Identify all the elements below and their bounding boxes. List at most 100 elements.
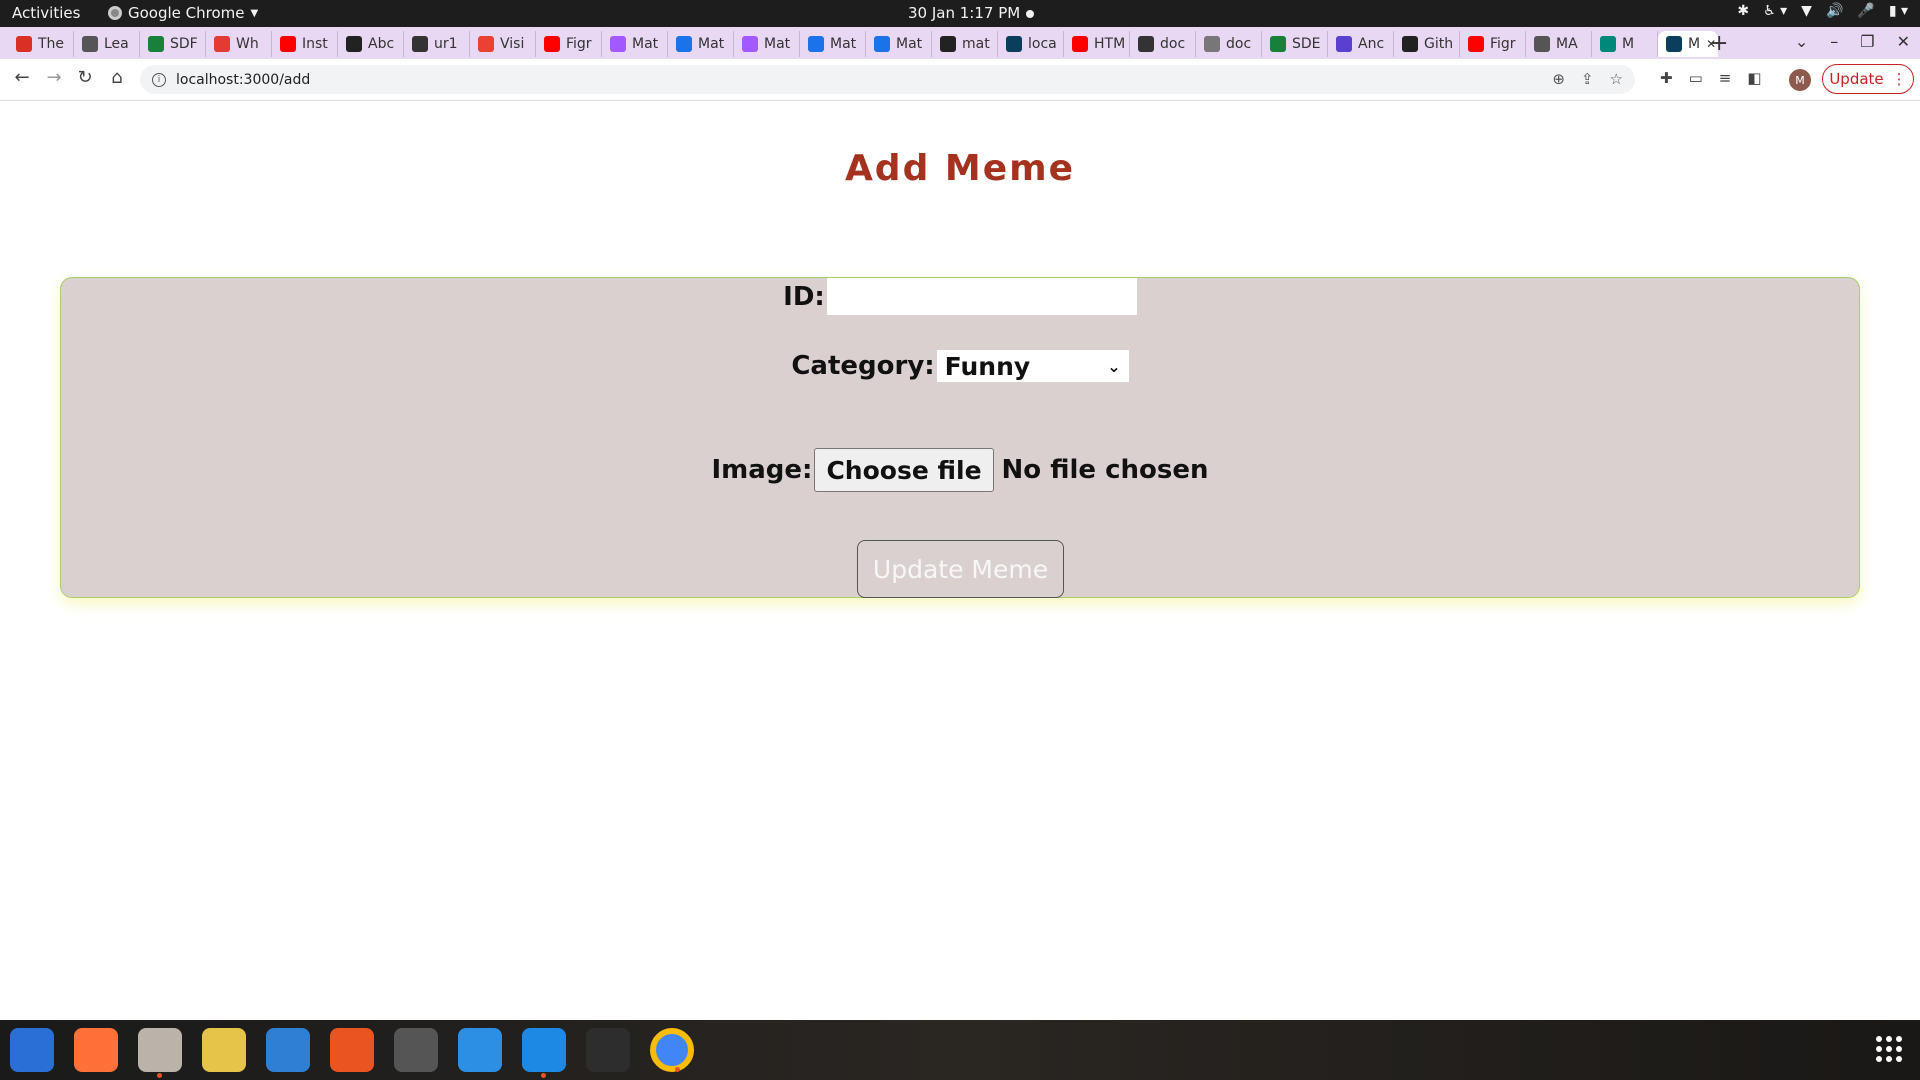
tab-label: Anc [1358,36,1385,52]
react-icon [1666,36,1682,52]
browser-tab[interactable]: SDE [1262,31,1328,57]
rhythmbox-icon[interactable] [202,1028,246,1072]
restore-icon[interactable]: ❐ [1860,32,1874,51]
forward-icon[interactable]: → [42,67,66,88]
tab-label: doc [1160,36,1186,52]
browser-tab[interactable]: Wh [206,31,272,57]
address-bar[interactable]: i localhost:3000/add ⊕ ⇪ ☆ [140,65,1635,94]
update-meme-button[interactable]: Update Meme [857,540,1064,598]
browser-tab[interactable]: Gith [1394,31,1460,57]
chevron-down-icon: ⌄ [1107,356,1121,376]
chrome-update-button[interactable]: Update ⋮ [1822,64,1914,94]
browser-tab[interactable]: mat [932,31,998,57]
browser-tab[interactable]: ur1 [404,31,470,57]
system-top-bar: Activities Google Chrome ▼ 30 Jan 1:17 P… [0,0,1920,27]
browser-tab[interactable]: Abc [338,31,404,57]
wifi-icon[interactable]: ▼ [1801,3,1812,19]
tab-label: Inst [302,36,328,52]
extensions-icon[interactable]: ✚ [1660,69,1673,87]
url-text[interactable]: localhost:3000/add [176,72,310,88]
browser-tab[interactable]: Mat [668,31,734,57]
usb-creator-icon[interactable] [394,1028,438,1072]
browser-tab[interactable]: Mat [734,31,800,57]
system-tray[interactable]: ✱ ♿ ▾ ▼ 🔊 🎤 ▮ ▾ [1737,3,1908,19]
globe-icon [1534,36,1550,52]
browser-tab[interactable]: Figr [1460,31,1526,57]
app-menu[interactable]: Google Chrome ▼ [108,4,258,22]
tab-search-icon[interactable]: ⌄ [1795,32,1808,51]
tab-label: doc [1226,36,1252,52]
tab-label: The [38,36,65,52]
browser-tab[interactable]: HTM [1064,31,1130,57]
browser-tab[interactable]: doc [1196,31,1262,57]
browser-tab[interactable]: SDF [140,31,206,57]
react-icon [1006,36,1022,52]
activities-button[interactable]: Activities [12,4,80,22]
app-icon [1336,36,1352,52]
share-icon[interactable]: ⇪ [1581,70,1594,88]
tab-label: SDE [1292,36,1321,52]
bookmark-star-icon[interactable]: ☆ [1610,70,1623,88]
tab-label: Mat [830,36,857,52]
extension-icon[interactable]: ✱ [1737,3,1749,19]
writer-icon[interactable] [266,1028,310,1072]
caret-down-icon: ▼ [250,7,259,19]
vscode-icon[interactable] [522,1028,566,1078]
battery-icon[interactable]: ▮ ▾ [1889,3,1908,19]
diamond-icon [478,36,494,52]
reading-list-icon[interactable]: ≡ [1719,69,1732,87]
browser-tab[interactable]: M [1592,31,1658,57]
browser-tab[interactable]: Figr [536,31,602,57]
microphone-icon[interactable]: 🎤 [1857,3,1874,19]
tab-label: Lea [104,36,129,52]
browser-tab[interactable]: Anc [1328,31,1394,57]
browser-tab[interactable]: Mat [602,31,668,57]
browser-tab[interactable]: The [8,31,74,57]
browser-tab[interactable]: Lea [74,31,140,57]
close-window-icon[interactable]: ✕ [1897,32,1910,51]
home-icon[interactable]: ⌂ [105,67,129,88]
site-info-icon[interactable]: i [152,72,166,87]
tab-label: SDF [170,36,198,52]
code-icon [676,36,692,52]
tab-label: Wh [236,36,259,52]
github-icon [1402,36,1418,52]
browser-tab[interactable]: Mat [800,31,866,57]
terminal-icon[interactable] [586,1028,630,1072]
reload-icon[interactable]: ↻ [73,67,97,88]
browser-toolbar: ← → ↻ ⌂ i localhost:3000/add ⊕ ⇪ ☆ ✚ ▭ ≡… [0,59,1920,101]
browser-tab[interactable]: Mat [866,31,932,57]
browser-tab[interactable]: M ✕ [1658,31,1718,57]
volume-icon[interactable]: 🔊 [1826,3,1843,19]
firefox-icon[interactable] [74,1028,118,1072]
browser-tab[interactable]: Inst [272,31,338,57]
back-icon[interactable]: ← [10,67,34,88]
show-apps-icon[interactable] [1876,1036,1902,1062]
side-panel-icon[interactable]: ◧ [1747,69,1761,87]
chrome-icon[interactable] [650,1028,694,1072]
tab-label: loca [1028,36,1057,52]
thunderbird-icon[interactable] [10,1028,54,1072]
browser-tab[interactable]: Visi [470,31,536,57]
choose-file-button[interactable]: Choose file [814,448,994,492]
software-icon[interactable] [330,1028,374,1072]
new-tab-button[interactable]: + [1710,31,1728,56]
cast-icon[interactable]: ▭ [1689,69,1703,87]
github-icon [346,36,362,52]
clock[interactable]: 30 Jan 1:17 PM [908,4,1020,22]
profile-avatar[interactable]: M [1789,69,1811,91]
help-icon[interactable] [458,1028,502,1072]
browser-tab[interactable]: MA [1526,31,1592,57]
browser-tab[interactable]: loca [998,31,1064,57]
category-label: Category: [791,351,935,381]
browser-tab[interactable]: doc [1130,31,1196,57]
tab-label: Gith [1424,36,1454,52]
files-icon[interactable] [138,1028,182,1078]
category-select[interactable]: Funny ⌄ [936,350,1129,382]
accessibility-icon[interactable]: ♿ ▾ [1763,3,1787,19]
tab-strip: The Lea SDF Wh Inst Abc ur1 Visi Figr Mat Mat Mat Ma… [0,27,1920,59]
zoom-icon[interactable]: ⊕ [1552,70,1565,88]
minimize-icon[interactable]: – [1830,32,1838,51]
circle-x-icon [82,36,98,52]
id-input[interactable] [826,278,1137,315]
